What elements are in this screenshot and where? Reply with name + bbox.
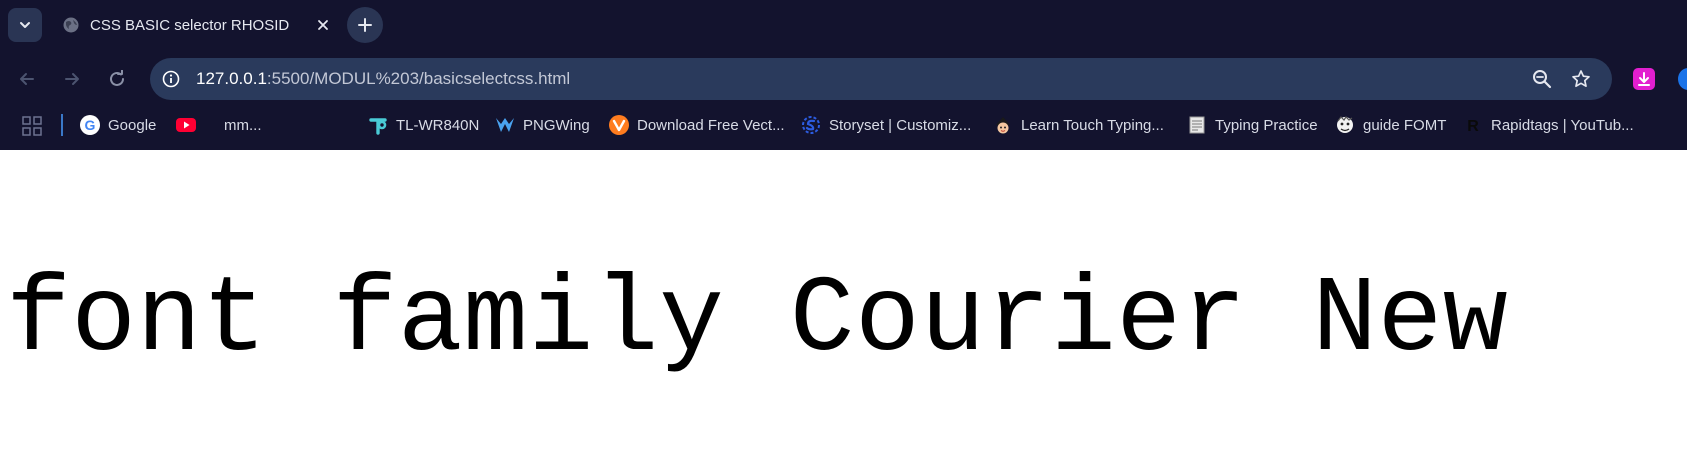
arrow-left-icon	[20, 73, 34, 85]
download-icon	[1638, 72, 1650, 86]
reload-icon	[110, 70, 124, 86]
google-icon: G	[80, 115, 100, 135]
bookmark-label: TL-WR840N	[396, 116, 480, 134]
youtube-icon	[176, 115, 196, 135]
forward-button[interactable]	[55, 62, 89, 96]
bookmark-mm[interactable]: mm...	[224, 112, 262, 138]
apps-grid-icon[interactable]	[22, 116, 42, 136]
bookmark-star-button[interactable]	[1569, 67, 1593, 91]
storyset-icon	[801, 115, 821, 135]
download-extension-button[interactable]	[1633, 68, 1655, 90]
bookmark-label: mm...	[224, 116, 262, 134]
bookmark-label: guide FOMT	[1363, 116, 1447, 134]
page-heading: font family Courier New	[6, 260, 1509, 382]
browser-chrome: CSS BASIC selector RHOSID 127.0.0.1:5500…	[0, 0, 1687, 150]
extension-button[interactable]	[1678, 68, 1687, 90]
info-icon	[162, 70, 180, 88]
tab-active[interactable]: CSS BASIC selector RHOSID	[50, 4, 338, 46]
globe-icon	[63, 17, 79, 33]
back-button[interactable]	[10, 62, 44, 96]
tab-close-button[interactable]	[312, 14, 334, 36]
zoom-button[interactable]	[1530, 67, 1554, 91]
guide-icon	[1335, 115, 1355, 135]
bookmark-rapidtags[interactable]: R Rapidtags | YouTub...	[1463, 112, 1634, 138]
bookmark-tl-wr840n[interactable]: TL-WR840N	[368, 112, 479, 138]
bookmark-label: Storyset | Customiz...	[829, 116, 972, 134]
star-icon	[1572, 70, 1590, 88]
url-text[interactable]: 127.0.0.1:5500/MODUL%203/basicselectcss.…	[196, 69, 570, 89]
close-icon	[318, 20, 328, 30]
bookmark-storyset[interactable]: Storyset | Customiz...	[801, 112, 971, 138]
bookmark-label: Download Free Vect...	[637, 116, 785, 134]
typing-icon	[993, 115, 1013, 135]
plus-icon	[358, 18, 372, 32]
bookmark-google[interactable]: G Google	[80, 112, 156, 138]
bookmark-label: PNGWing	[523, 116, 590, 134]
tplink-icon	[368, 115, 388, 135]
bookmark-label: Learn Touch Typing...	[1021, 116, 1164, 134]
bookmark-learn-typing[interactable]: Learn Touch Typing...	[993, 112, 1164, 138]
bookmark-label: Rapidtags | YouTub...	[1491, 116, 1634, 134]
bookmark-youtube[interactable]	[176, 112, 204, 138]
bookmark-vecteezy[interactable]: Download Free Vect...	[609, 112, 785, 138]
svg-text:R: R	[1467, 118, 1479, 135]
tab-title: CSS BASIC selector RHOSID	[90, 17, 290, 34]
arrow-right-icon	[65, 73, 79, 85]
page-content: font family Courier New	[0, 150, 1687, 465]
reload-button[interactable]	[100, 62, 134, 96]
bookmark-typing-practice[interactable]: Typing Practice	[1187, 112, 1318, 138]
document-icon	[1187, 115, 1207, 135]
bookmark-label: Typing Practice	[1215, 116, 1318, 134]
svg-text:G: G	[85, 117, 96, 133]
pngwing-icon	[495, 115, 515, 135]
url-path: :5500/MODUL%203/basicselectcss.html	[266, 69, 571, 88]
tab-search-button[interactable]	[8, 8, 42, 42]
bookmark-guide-fomt[interactable]: guide FOMT	[1335, 112, 1446, 138]
url-host: 127.0.0.1	[196, 69, 267, 88]
new-tab-button[interactable]	[347, 7, 383, 43]
rapidtags-icon: R	[1463, 115, 1483, 135]
bookmarks-divider	[61, 114, 63, 136]
bookmark-label: Google	[108, 116, 157, 134]
bookmark-pngwing[interactable]: PNGWing	[495, 112, 590, 138]
vecteezy-icon	[609, 115, 629, 135]
address-bar[interactable]: 127.0.0.1:5500/MODUL%203/basicselectcss.…	[150, 58, 1612, 100]
zoom-out-icon	[1533, 70, 1552, 89]
chevron-down-icon	[20, 22, 30, 28]
site-info-button[interactable]	[160, 68, 182, 90]
